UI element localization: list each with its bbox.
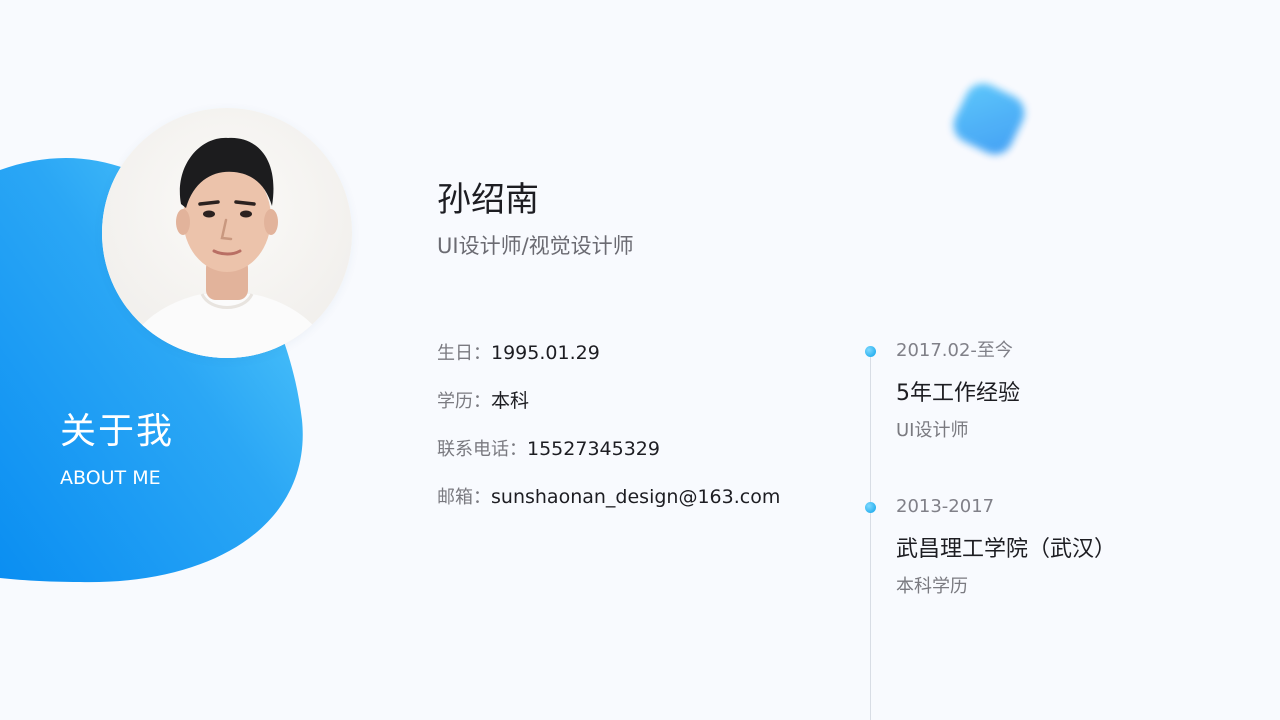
timeline-line (870, 352, 871, 720)
timeline-title: 5年工作经验 (896, 381, 1020, 406)
info-label: 邮箱： (437, 487, 491, 508)
email-link[interactable]: sunshaonan_design@163.com (491, 486, 780, 508)
timeline-date: 2013-2017 (896, 496, 995, 517)
about-title: 关于我 (60, 411, 175, 452)
info-email[interactable]: 邮箱：sunshaonan_design@163.com (437, 485, 780, 510)
timeline-dot-icon (865, 502, 876, 513)
info-education: 学历：本科 (437, 389, 529, 414)
about-me-slide: 关于我 ABOUT ME 孙绍南 UI设计师/视觉设计师 生日：1995.01.… (0, 0, 1280, 720)
info-value: 15527345329 (527, 438, 660, 460)
info-value: 1995.01.29 (491, 342, 600, 364)
timeline-desc: 本科学历 (896, 576, 968, 597)
portrait-photo-icon (102, 108, 352, 358)
profile-name: 孙绍南 (437, 180, 539, 220)
profile-job-title: UI设计师/视觉设计师 (437, 234, 634, 258)
info-value: 本科 (491, 390, 530, 412)
timeline-dot-icon (865, 346, 876, 357)
about-subtitle: ABOUT ME (60, 467, 161, 489)
timeline-date: 2017.02-至今 (896, 340, 1013, 361)
timeline-desc: UI设计师 (896, 420, 969, 441)
info-label: 生日： (437, 343, 491, 364)
avatar (102, 108, 352, 358)
rounded-square-icon (947, 77, 1031, 161)
info-phone: 联系电话：15527345329 (437, 437, 660, 462)
info-label: 联系电话： (437, 439, 527, 460)
info-label: 学历： (437, 391, 491, 412)
info-birthday: 生日：1995.01.29 (437, 341, 600, 366)
timeline-title: 武昌理工学院（武汉） (896, 537, 1117, 562)
